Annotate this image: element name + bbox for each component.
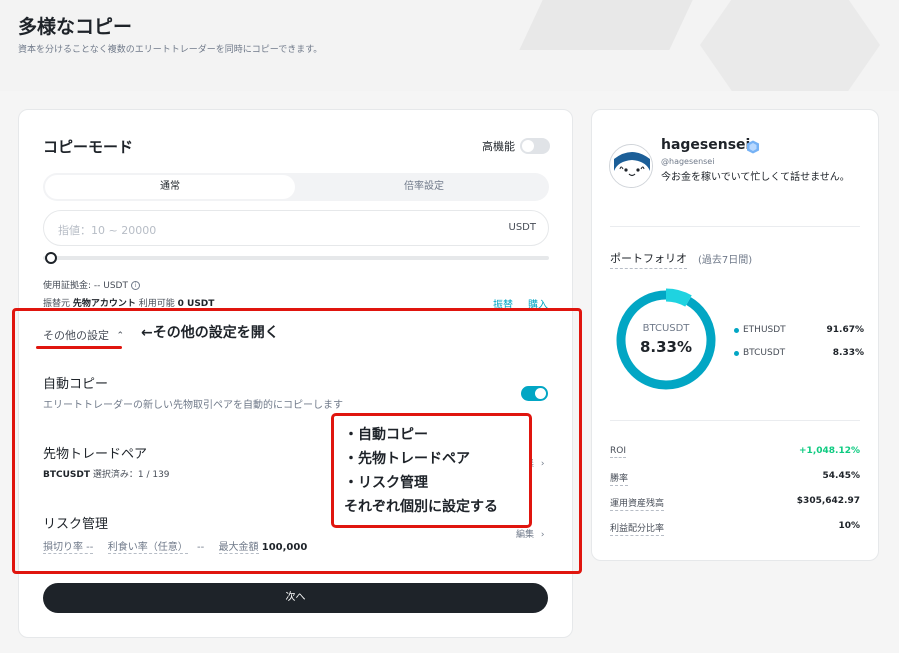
stop-loss: 損切り率 --	[43, 542, 94, 554]
chevron-right-icon: ›	[540, 459, 545, 469]
note-line: ・リスク管理	[344, 475, 428, 491]
avatar[interactable]	[609, 144, 653, 188]
amount-placeholder: 指値：10 ~ 20000	[58, 224, 157, 237]
edit-label: 編集	[516, 530, 535, 540]
risk-management-summary: 損切り率 -- 利食い率（任意） -- 最大金額 100,000	[43, 538, 308, 554]
avatar-image	[610, 145, 652, 187]
stat-value-roi: +1,048.12%	[799, 446, 860, 456]
transfer-link[interactable]: 振替	[493, 296, 513, 311]
source-prefix: 振替元	[43, 299, 73, 309]
auto-copy-description: エリートトレーダーの新しい先物取引ペアを自動的にコピーします	[43, 400, 343, 411]
stat-label-profit-share: 利益配分比率	[610, 521, 665, 536]
advanced-label: 高機能	[482, 140, 515, 153]
note-line: それぞれ個別に設定する	[344, 499, 498, 515]
transfer-source: 振替元 先物アカウント 利用可能 0 USDT	[43, 296, 214, 309]
hero-decoration	[519, 0, 721, 50]
amount-input[interactable]: 指値：10 ~ 20000 USDT	[43, 210, 549, 246]
legend-item: BTCUSDT 8.33%	[734, 346, 864, 360]
futures-pair-selection: BTCUSDT 選択済み：1 / 139	[43, 467, 170, 480]
donut-center-value: 8.33%	[639, 338, 693, 356]
legend-dot	[734, 327, 739, 333]
selected-count: 選択済み：1 / 139	[90, 470, 170, 480]
legend-label: ETHUSDT	[743, 325, 786, 335]
verified-badge-icon	[746, 139, 760, 158]
source-account: 先物アカウント	[72, 299, 136, 309]
stat-label-roi: ROI	[610, 446, 626, 458]
legend-value: 8.33%	[832, 348, 864, 358]
take-profit-value: --	[196, 542, 205, 553]
hero-decoration-hexagon	[700, 0, 880, 91]
stat-value-aum: $305,642.97	[796, 496, 860, 506]
risk-edit-button[interactable]: 編集 ›	[516, 527, 545, 540]
divider	[610, 226, 860, 227]
annotation-open-settings: ←その他の設定を開く	[141, 325, 279, 341]
portfolio-title: ポートフォリオ	[610, 250, 687, 269]
take-profit: 利食い率（任意）	[107, 542, 188, 554]
stat-value-profit-share: 10%	[838, 521, 860, 531]
available-label: 利用可能	[135, 299, 178, 309]
page-subtitle: 資本を分けることなく複数のエリートトレーダーを同時にコピーできます。	[18, 45, 323, 55]
legend-label: BTCUSDT	[743, 348, 786, 358]
stat-label-aum: 運用資産残高	[610, 496, 665, 511]
note-line: ・先物トレードペア	[344, 451, 470, 467]
donut-center-label: BTCUSDT	[642, 323, 690, 334]
divider	[610, 420, 860, 421]
mode-tabs: 通常 倍率設定	[43, 173, 549, 201]
chevron-right-icon: ›	[540, 530, 545, 540]
legend-value: 91.67%	[826, 325, 865, 335]
auto-copy-title: 自動コピー	[43, 377, 109, 392]
info-icon[interactable]: i	[130, 281, 140, 290]
buy-link[interactable]: 購入	[528, 296, 548, 311]
available-value: 0 USDT	[177, 299, 215, 309]
trader-handle: @hagesensei	[661, 157, 715, 166]
auto-copy-toggle[interactable]	[521, 386, 548, 401]
portfolio-period: (過去7日間)	[698, 255, 753, 266]
margin-used: 使用証拠金: -- USDT i	[43, 278, 140, 291]
trader-name[interactable]: hagesensei	[661, 137, 750, 153]
amount-slider-track[interactable]	[43, 256, 549, 260]
amount-slider-thumb[interactable]	[45, 252, 57, 264]
margin-used-text: 使用証拠金: -- USDT	[43, 281, 128, 291]
trader-card: hagesensei @hagesensei 今お金を稼いでいて忙しくて話せませ…	[591, 109, 879, 561]
advanced-toggle[interactable]	[520, 138, 550, 154]
note-line: ・自動コピー	[344, 427, 428, 443]
tab-leverage-setting[interactable]: 倍率設定	[299, 175, 549, 199]
legend-item: ETHUSDT 91.67%	[734, 323, 864, 337]
amount-unit: USDT	[508, 222, 536, 233]
donut-slice-btcusdt	[665, 288, 692, 307]
legend-dot	[734, 350, 739, 356]
stat-label-win-rate: 勝率	[610, 471, 629, 486]
other-settings-toggle[interactable]: その他の設定 ⌃	[43, 327, 124, 343]
tab-normal[interactable]: 通常	[45, 175, 295, 199]
hero-banner: 多様なコピー 資本を分けることなく複数のエリートトレーダーを同時にコピーできます…	[0, 0, 899, 91]
trader-bio: 今お金を稼いでいて忙しくて話せません。	[661, 172, 850, 183]
chevron-up-icon: ⌃	[116, 331, 125, 341]
copy-mode-title: コピーモード	[43, 138, 134, 156]
max-amount-value: 100,000	[261, 542, 308, 553]
stat-value-win-rate: 54.45%	[822, 471, 861, 481]
annotation-note: ・自動コピー ・先物トレードペア ・リスク管理 それぞれ個別に設定する	[331, 413, 532, 528]
annotation-underline	[36, 346, 122, 349]
risk-management-title: リスク管理	[43, 517, 109, 532]
page-title: 多様なコピー	[18, 16, 133, 38]
other-settings-label: その他の設定	[43, 329, 109, 342]
futures-pair-title: 先物トレードペア	[43, 447, 148, 462]
max-amount-label: 最大金額	[218, 542, 259, 554]
next-button[interactable]: 次へ	[43, 583, 548, 613]
selected-pair: BTCUSDT	[43, 470, 91, 480]
